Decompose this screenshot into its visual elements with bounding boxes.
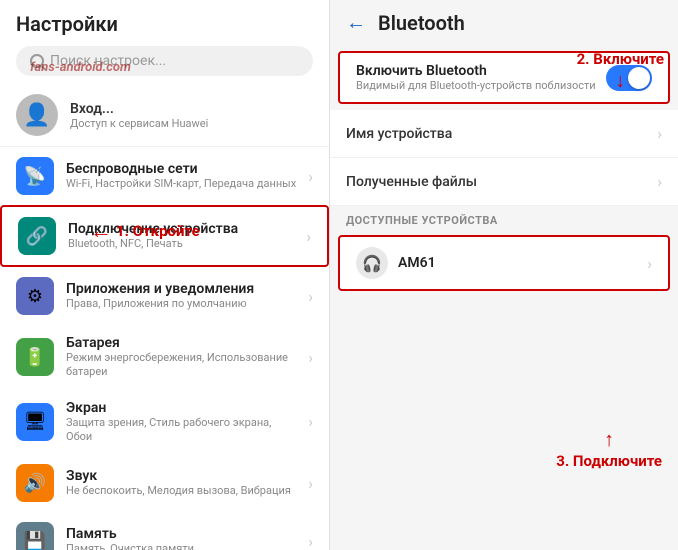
profile-row[interactable]: 👤 Вход... Доступ к сервисам Huawei [0,84,329,147]
sound-chevron: › [308,474,313,493]
device-chevron: › [647,254,652,273]
apps-icon-box: ⚙ [16,277,54,315]
storage-text: Память Память, Очистка памяти [66,526,296,550]
left-panel: Настройки Поиск настроек... 👤 Вход... До… [0,0,330,550]
received-files-label: Полученные файлы [346,174,477,190]
available-devices-label: ДОСТУПНЫЕ УСТРОЙСТВА [346,214,498,227]
display-text: Экран Защита зрения, Стиль рабочего экра… [66,400,296,445]
storage-icon: 💾 [24,531,46,550]
search-icon [30,54,44,68]
avatar-icon: 👤 [23,103,50,128]
sound-sub: Не беспокоить, Мелодия вызова, Вибрация [66,484,296,498]
sound-icon-box: 🔊 [16,464,54,502]
menu-item-sound[interactable]: 🔊 Звук Не беспокоить, Мелодия вызова, Ви… [0,454,329,512]
available-devices-section: ДОСТУПНЫЕ УСТРОЙСТВА [330,206,678,231]
device-connection-chevron: › [306,227,311,246]
menu-item-battery[interactable]: 🔋 Батарея Режим энергосбережения, Исполь… [0,325,329,390]
profile-name: Вход... [70,101,208,117]
step3-text: 3. Подключите [556,452,662,470]
display-title: Экран [66,400,296,416]
storage-chevron: › [308,532,313,550]
storage-icon-box: 💾 [16,522,54,550]
wireless-sub: Wi-Fi, Настройки SIM-карт, Передача данн… [66,177,296,191]
received-files-row[interactable]: Полученные файлы › [330,158,678,206]
menu-item-apps[interactable]: ⚙ Приложения и уведомления Права, Прилож… [0,267,329,325]
battery-sub: Режим энергосбережения, Использование ба… [66,351,296,380]
wireless-text: Беспроводные сети Wi-Fi, Настройки SIM-к… [66,161,296,191]
apps-title: Приложения и уведомления [66,281,296,297]
wireless-title: Беспроводные сети [66,161,296,177]
storage-title: Память [66,526,296,542]
battery-chevron: › [308,348,313,367]
sound-icon: 🔊 [24,473,46,494]
step3-label: ↑ 3. Подключите [556,427,662,470]
step1-label: ← 1. Откройте [90,218,200,244]
device-name-label: Имя устройства [346,126,452,142]
wireless-icon-box: 📡 [16,157,54,195]
sound-title: Звук [66,468,296,484]
display-chevron: › [308,412,313,431]
device-connection-icon: 🔗 [26,226,48,247]
menu-item-wireless[interactable]: 📡 Беспроводные сети Wi-Fi, Настройки SIM… [0,147,329,205]
settings-title: Настройки [16,12,313,36]
headphone-glyph: 🎧 [362,254,382,273]
bt-enable-text: Включить Bluetooth Видимый для Bluetooth… [356,63,596,92]
apps-text: Приложения и уведомления Права, Приложен… [66,281,296,311]
display-sub: Защита зрения, Стиль рабочего экрана, Об… [66,416,296,445]
device-name-row[interactable]: Имя устройства › [330,110,678,158]
avatar: 👤 [16,94,58,136]
left-header: Настройки Поиск настроек... [0,0,329,84]
right-header: ← Bluetooth [330,0,678,45]
apps-chevron: › [308,287,313,306]
battery-icon-box: 🔋 [16,338,54,376]
display-icon-box: 🖥 [16,403,54,441]
menu-list: 📡 Беспроводные сети Wi-Fi, Настройки SIM… [0,147,329,550]
device-am61-row[interactable]: 🎧 AM61 › [338,235,670,291]
menu-item-display[interactable]: 🖥 Экран Защита зрения, Стиль рабочего эк… [0,390,329,455]
apps-sub: Права, Приложения по умолчанию [66,297,296,311]
step2-text: 2. Включите [577,50,664,68]
profile-sub: Доступ к сервисам Huawei [70,117,208,130]
battery-text: Батарея Режим энергосбережения, Использо… [66,335,296,380]
bt-enable-title: Включить Bluetooth [356,63,596,79]
back-button[interactable]: ← [346,10,366,35]
bluetooth-title: Bluetooth [378,11,465,35]
wireless-chevron: › [308,167,313,186]
wireless-icon: 📡 [24,166,46,187]
battery-icon: 🔋 [24,347,46,368]
device-name-chevron: › [657,124,662,143]
received-files-chevron: › [657,172,662,191]
search-placeholder: Поиск настроек... [50,53,166,69]
right-panel: ← Bluetooth Включить Bluetooth Видимый д… [330,0,678,550]
device-info: 🎧 AM61 [356,247,436,279]
device-name: AM61 [398,255,436,271]
device-connection-icon-box: 🔗 [18,217,56,255]
step2-label: 2. Включите ↓ [577,50,664,93]
step1-arrow: ← [90,218,112,244]
sound-text: Звук Не беспокоить, Мелодия вызова, Вибр… [66,468,296,498]
headphone-icon: 🎧 [356,247,388,279]
step3-arrow-up: ↑ [604,427,614,452]
bt-enable-sub: Видимый для Bluetooth-устройств поблизос… [356,79,596,92]
search-box[interactable]: Поиск настроек... [16,46,313,76]
display-icon: 🖥 [24,411,47,432]
profile-text: Вход... Доступ к сервисам Huawei [70,101,208,130]
step2-arrow: ↓ [615,68,625,93]
menu-item-storage[interactable]: 💾 Память Память, Очистка памяти › [0,512,329,550]
apps-icon: ⚙ [27,286,43,307]
storage-sub: Память, Очистка памяти [66,542,296,550]
step1-text: 1. Откройте [116,222,200,240]
battery-title: Батарея [66,335,296,351]
